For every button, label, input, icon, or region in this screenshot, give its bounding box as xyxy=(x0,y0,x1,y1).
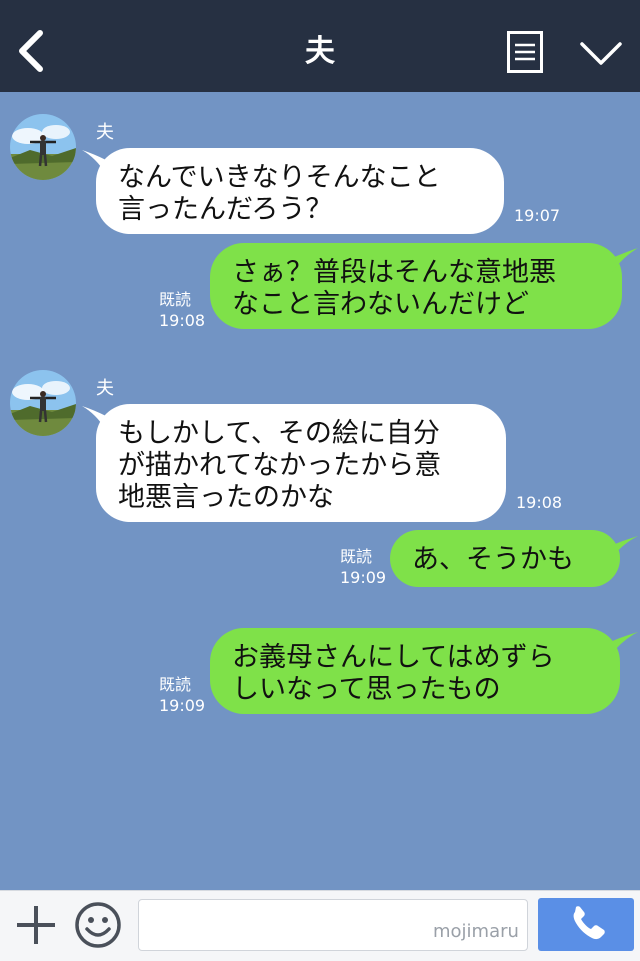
message-time: 19:08 xyxy=(159,311,206,330)
plus-icon[interactable] xyxy=(14,903,58,947)
phone-icon xyxy=(573,906,605,940)
sender-name: 夫 xyxy=(96,378,114,399)
incoming-message[interactable]: もしかして、その絵に自分 が描かれてなかったから意 地悪言ったのかな xyxy=(96,404,506,522)
read-status: 既読 xyxy=(159,675,192,694)
message-time: 19:07 xyxy=(514,206,561,225)
chevron-down-icon[interactable] xyxy=(579,38,623,68)
outgoing-message[interactable]: お義母さんにしてはめずら しいなって思ったもの xyxy=(210,628,620,714)
menu-list-icon[interactable] xyxy=(507,31,543,73)
bubble-tail xyxy=(610,632,638,656)
chat-header: 夫 xyxy=(0,0,640,92)
chat-title: 夫 xyxy=(305,34,335,69)
bubble-tail xyxy=(610,536,638,560)
call-button[interactable] xyxy=(538,898,634,951)
sender-name: 夫 xyxy=(96,122,114,143)
avatar[interactable] xyxy=(10,370,76,436)
read-receipt: 既読 19:09 xyxy=(340,546,386,588)
message-time: 19:09 xyxy=(159,696,206,715)
read-status: 既読 xyxy=(340,547,373,566)
avatar-image xyxy=(10,370,76,436)
incoming-message[interactable]: なんでいきなりそんなこと 言ったんだろう？ xyxy=(96,148,504,234)
input-bar: mojimaru xyxy=(0,890,640,961)
message-time: 19:08 xyxy=(516,493,563,512)
bubble-tail xyxy=(612,248,638,272)
read-receipt: 既読 19:09 xyxy=(159,674,205,716)
read-receipt: 既読 19:08 xyxy=(159,289,205,331)
read-status: 既読 xyxy=(159,290,192,309)
outgoing-message[interactable]: さぁ？普段はそんな意地悪 なこと言わないんだけど xyxy=(210,243,622,329)
watermark: mojimaru xyxy=(433,921,519,942)
avatar[interactable] xyxy=(10,114,76,180)
outgoing-message[interactable]: あ、そうかも xyxy=(390,530,620,587)
smiley-icon[interactable] xyxy=(74,901,122,949)
avatar-image xyxy=(10,114,76,180)
chat-area[interactable]: 夫 なんでいきなりそんなこと 言ったんだろう？ 19:07 既読 19:08 さ… xyxy=(0,92,640,890)
message-time: 19:09 xyxy=(340,568,387,587)
